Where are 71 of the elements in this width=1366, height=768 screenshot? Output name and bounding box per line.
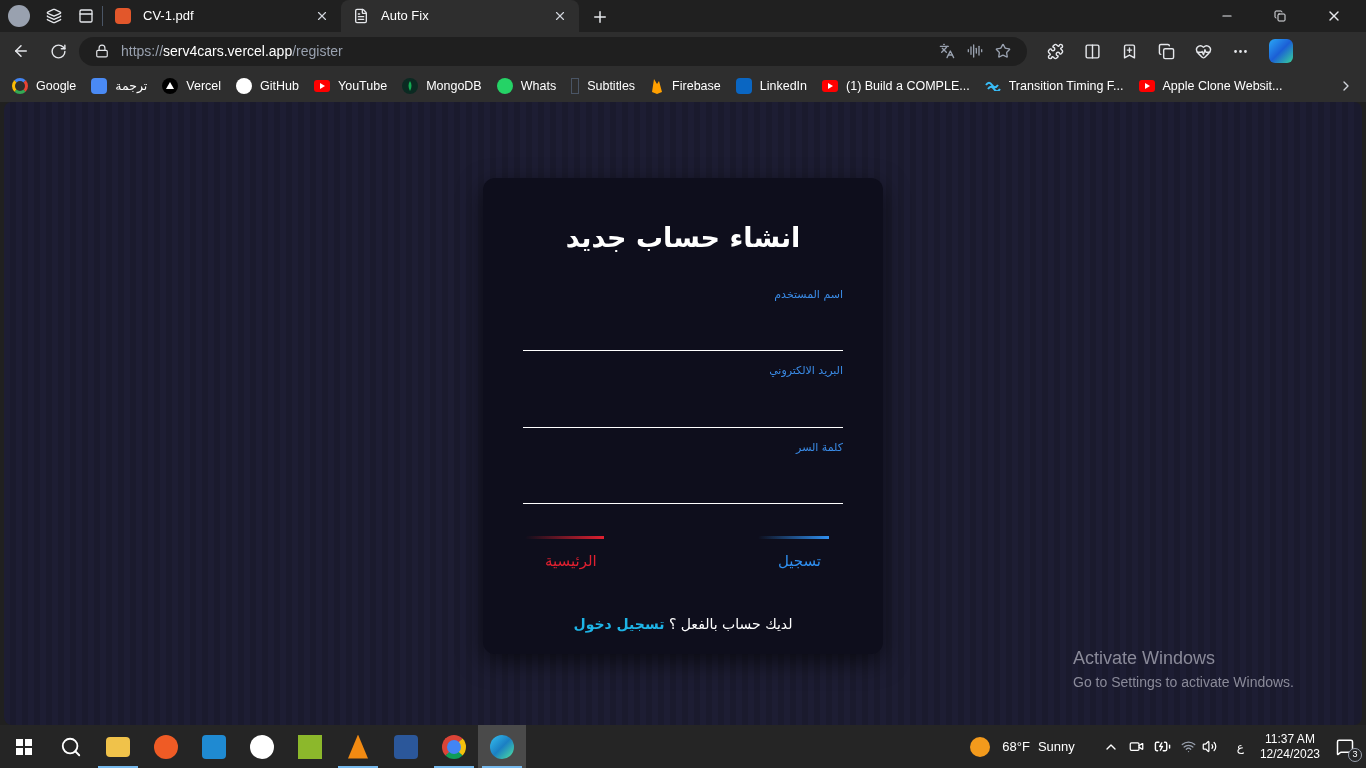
bookmark-link[interactable]: Firebase — [672, 76, 721, 96]
browser-tab[interactable]: Auto Fix — [341, 0, 579, 32]
tab-title: CV-1.pdf — [143, 7, 195, 26]
read-aloud-icon[interactable] — [967, 43, 983, 59]
bookmark-link[interactable]: Transition Timing F... — [1008, 76, 1124, 96]
wave-icon — [984, 81, 1001, 91]
home-button[interactable]: الرئيسية — [525, 536, 617, 574]
clock-date[interactable]: 12/24/2023 — [1259, 746, 1320, 762]
bookmark-link[interactable]: Apple Clone Websit... — [1162, 76, 1283, 96]
bookmark-link[interactable]: Google — [36, 76, 77, 96]
bookmark-link[interactable]: MongoDB — [426, 76, 482, 96]
tab-actions-icon[interactable] — [78, 8, 94, 24]
leaf-icon — [402, 78, 419, 94]
field-label: كلمة السر — [796, 439, 843, 456]
copilot-icon[interactable] — [1269, 39, 1293, 63]
lambda-icon — [298, 734, 322, 759]
favorite-star-icon[interactable] — [995, 43, 1011, 59]
bookmark-link[interactable]: Vercel — [186, 76, 222, 96]
weather-condition: Sunny — [1037, 737, 1075, 756]
notification-icon[interactable] — [1336, 737, 1354, 756]
close-icon[interactable] — [315, 9, 329, 23]
sun-icon — [970, 736, 991, 757]
restore-icon[interactable] — [1274, 10, 1286, 22]
workspaces-icon[interactable] — [46, 8, 62, 24]
back-icon[interactable] — [12, 42, 30, 60]
reload-icon[interactable] — [50, 42, 67, 60]
start-button[interactable] — [16, 738, 32, 755]
browser-tab[interactable]: CV-1.pdf — [103, 0, 341, 32]
flame-icon — [650, 78, 665, 94]
bookmark-link[interactable]: Whats — [520, 76, 557, 96]
login-link[interactable]: تسجيل دخول — [573, 616, 665, 632]
favorites-icon[interactable] — [1121, 42, 1138, 60]
pdf-file-icon — [115, 8, 131, 24]
folder-icon — [106, 736, 130, 757]
bookmark-link[interactable]: Subtitles — [587, 76, 636, 96]
address-field[interactable]: https://serv4cars.vercel.app/register — [79, 36, 1027, 66]
bookmark-link[interactable]: YouTube — [338, 76, 388, 96]
weather-temp: 68°F — [1002, 737, 1030, 756]
camera-icon[interactable] — [1128, 739, 1144, 754]
input-language[interactable]: ع — [1236, 737, 1244, 756]
collections-icon[interactable] — [1158, 42, 1175, 60]
login-prompt: لديك حساب بالفعل ؟ تسجيل دخول — [572, 615, 794, 635]
lock-icon — [95, 44, 109, 58]
bookmark-link[interactable]: (1) Build a COMPLE... — [846, 76, 970, 96]
play-icon — [822, 80, 838, 92]
field-label: اسم المستخدم — [774, 286, 843, 303]
clock-time[interactable]: 11:37 AM — [1265, 731, 1315, 747]
play-icon — [314, 80, 330, 92]
register-button[interactable]: تسجيل — [757, 536, 841, 574]
profile-avatar[interactable] — [8, 5, 30, 27]
wifi-icon[interactable] — [1180, 739, 1196, 754]
form-title: انشاء حساب جديد — [564, 221, 802, 255]
activation-subtitle: Go to Settings to activate Windows. — [1073, 673, 1294, 692]
activation-title: Activate Windows — [1073, 647, 1217, 670]
field-label: البريد الالكتروني — [769, 363, 843, 379]
page-icon — [353, 8, 369, 24]
bookmark-link[interactable]: GitHub — [260, 76, 299, 96]
play-icon — [1138, 80, 1155, 92]
health-icon[interactable] — [1195, 42, 1212, 60]
close-icon[interactable] — [553, 9, 567, 23]
bookmark-link[interactable]: LinkedIn — [759, 76, 807, 96]
new-tab-icon[interactable] — [591, 8, 609, 26]
tab-title: Auto Fix — [381, 7, 430, 26]
search-icon[interactable] — [60, 735, 82, 758]
notification-count: 3 — [1348, 747, 1362, 762]
extensions-icon[interactable] — [1047, 42, 1064, 60]
volume-icon[interactable] — [1201, 739, 1217, 754]
bookmark-link[interactable]: ترجمة — [115, 76, 148, 96]
url-text: https://serv4cars.vercel.app/register — [121, 41, 344, 61]
split-screen-icon[interactable] — [1084, 42, 1101, 60]
google-g-icon — [12, 78, 28, 94]
